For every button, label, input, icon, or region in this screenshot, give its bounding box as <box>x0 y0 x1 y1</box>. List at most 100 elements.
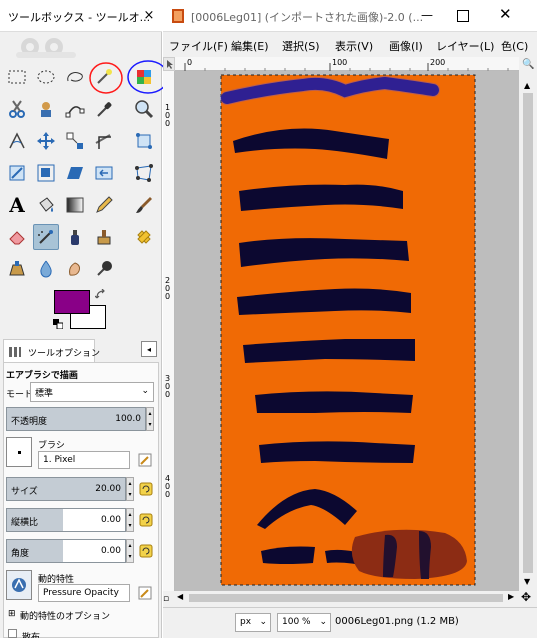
expander-plus-icon[interactable]: ⊞ <box>8 609 16 619</box>
tool-name-heading: エアブラシで描画 <box>6 371 78 381</box>
navigate-icon[interactable]: ✥ <box>521 590 531 604</box>
paintbrush-icon[interactable] <box>131 192 157 218</box>
toolbox-title: ツールボックス - ツールオ... <box>8 11 151 24</box>
rotate-icon[interactable] <box>4 160 30 186</box>
scroll-down-icon[interactable]: ▼ <box>524 577 530 586</box>
crop-icon[interactable] <box>91 128 117 154</box>
toolbox-close-button[interactable]: × <box>140 7 158 25</box>
flip-icon[interactable] <box>91 160 117 186</box>
ellipse-select-icon[interactable] <box>33 64 59 90</box>
airbrush-icon[interactable] <box>33 224 59 250</box>
paths-icon[interactable] <box>62 96 88 122</box>
canvas-area[interactable] <box>175 71 519 591</box>
angle-slider[interactable]: 角度 0.00 <box>6 539 126 563</box>
size-spinner[interactable]: ▴ ▾ <box>126 477 134 501</box>
unified-transform-icon[interactable] <box>131 128 157 154</box>
menu-colors[interactable]: 色(C) <box>501 38 528 54</box>
perspective-clone-icon[interactable] <box>4 256 30 282</box>
angle-spinner[interactable]: ▴ ▾ <box>126 539 134 563</box>
mode-value: 標準 <box>35 389 54 399</box>
size-value: 20.00 <box>95 484 121 494</box>
pencil-icon[interactable] <box>91 192 117 218</box>
size-slider[interactable]: サイズ 20.00 <box>6 477 126 501</box>
ruler-h-label-200: 200 <box>430 58 446 67</box>
scale-icon[interactable] <box>33 160 59 186</box>
dynamics-options-expander[interactable]: 動的特性のオプション <box>20 609 110 622</box>
menu-edit[interactable]: 編集(E) <box>231 38 269 54</box>
scroll-right-icon[interactable]: ▶ <box>508 592 514 601</box>
heal-icon[interactable] <box>131 224 157 250</box>
swap-colors-icon[interactable] <box>95 289 107 301</box>
quick-mask-icon[interactable]: ▫ <box>163 594 169 604</box>
minimize-button[interactable]: — <box>421 8 433 22</box>
eraser-icon[interactable] <box>4 224 30 250</box>
tool-options-tab[interactable]: ツールオプション <box>3 339 100 363</box>
align-icon[interactable] <box>62 128 88 154</box>
statusbar: px ⌄ 100 % ⌄ 0006Leg01.png (1.2 MB) <box>163 607 537 638</box>
brush-preview[interactable] <box>6 437 32 467</box>
default-colors-icon[interactable] <box>53 319 63 329</box>
vertical-scroll-thumb[interactable] <box>523 93 533 573</box>
dynamics-name-field[interactable]: Pressure Opacity <box>38 584 130 602</box>
red-highlight-circle <box>89 62 123 94</box>
horizontal-scroll-thumb[interactable] <box>189 594 503 602</box>
edit-brush-icon[interactable] <box>137 452 153 468</box>
unit-value: px <box>240 617 252 627</box>
image-canvas[interactable] <box>175 71 519 591</box>
menu-view[interactable]: 表示(V) <box>335 38 373 54</box>
aspect-ratio-spinner[interactable]: ▴ ▾ <box>126 508 134 532</box>
unit-select[interactable]: px ⌄ <box>235 613 271 632</box>
menu-select[interactable]: 選択(S) <box>282 38 320 54</box>
dodge-burn-icon[interactable] <box>91 256 117 282</box>
reset-aspect-icon[interactable] <box>138 512 154 528</box>
mode-select[interactable]: 標準 ⌄ <box>30 382 154 402</box>
zoom-select[interactable]: 100 % ⌄ <box>277 613 331 632</box>
vertical-scrollbar[interactable]: 🔍 ▲ ▼ <box>519 57 537 591</box>
edit-dynamics-icon[interactable] <box>137 585 153 601</box>
blend-icon[interactable] <box>62 192 88 218</box>
foreground-color-swatch[interactable] <box>54 290 90 314</box>
reset-angle-icon[interactable] <box>138 543 154 559</box>
brush-name-field[interactable]: 1. Pixel <box>38 451 130 469</box>
zoom-chevron-icon: ⌄ <box>319 617 327 627</box>
reset-size-icon[interactable] <box>138 481 154 497</box>
configure-tab-button[interactable]: ◂ <box>141 341 157 357</box>
vertical-ruler[interactable]: 1 0 0 2 0 0 3 0 0 4 0 0 <box>163 71 175 591</box>
ruler-v-3c: 0 <box>165 390 171 399</box>
cage-transform-icon[interactable] <box>131 160 157 186</box>
move-icon[interactable] <box>33 128 59 154</box>
color-picker-icon[interactable] <box>91 96 117 122</box>
aspect-ratio-slider[interactable]: 縦横比 0.00 <box>6 508 126 532</box>
angle-label: 角度 <box>11 549 30 559</box>
scroll-left-icon[interactable]: ◀ <box>177 592 183 601</box>
ink-icon[interactable] <box>62 224 88 250</box>
blur-icon[interactable] <box>33 256 59 282</box>
scatter-label: 散布 <box>22 633 41 638</box>
film-strip-icon <box>172 9 184 23</box>
horizontal-ruler[interactable]: 0 100 200 <box>175 57 519 71</box>
scissors-select-icon[interactable] <box>4 96 30 122</box>
horizontal-scrollbar[interactable]: ◀ ▶ <box>175 591 519 605</box>
rect-select-icon[interactable] <box>4 64 30 90</box>
zoom-icon[interactable] <box>131 96 157 122</box>
smudge-icon[interactable] <box>62 256 88 282</box>
menu-file[interactable]: ファイル(F) <box>169 38 228 54</box>
free-select-icon[interactable] <box>62 64 88 90</box>
close-button[interactable]: ✕ <box>499 5 512 23</box>
bucket-fill-icon[interactable] <box>33 192 59 218</box>
text-icon[interactable]: A <box>4 192 30 218</box>
scroll-up-icon[interactable]: ▲ <box>524 81 530 90</box>
menu-layer[interactable]: レイヤー(L) <box>436 38 494 54</box>
quick-mask-corner[interactable] <box>163 57 175 71</box>
opacity-slider[interactable]: 不透明度 100.0 <box>6 407 146 431</box>
clone-icon[interactable] <box>91 224 117 250</box>
menu-image[interactable]: 画像(I) <box>389 38 423 54</box>
maximize-button[interactable] <box>457 10 469 22</box>
zoom-lock-icon[interactable]: 🔍 <box>522 59 534 70</box>
opacity-spinner[interactable]: ▴ ▾ <box>146 407 154 431</box>
scatter-checkbox[interactable] <box>8 629 17 638</box>
dynamics-preview[interactable] <box>6 570 32 600</box>
measure-icon[interactable] <box>4 128 30 154</box>
shear-icon[interactable] <box>62 160 88 186</box>
foreground-select-icon[interactable] <box>33 96 59 122</box>
